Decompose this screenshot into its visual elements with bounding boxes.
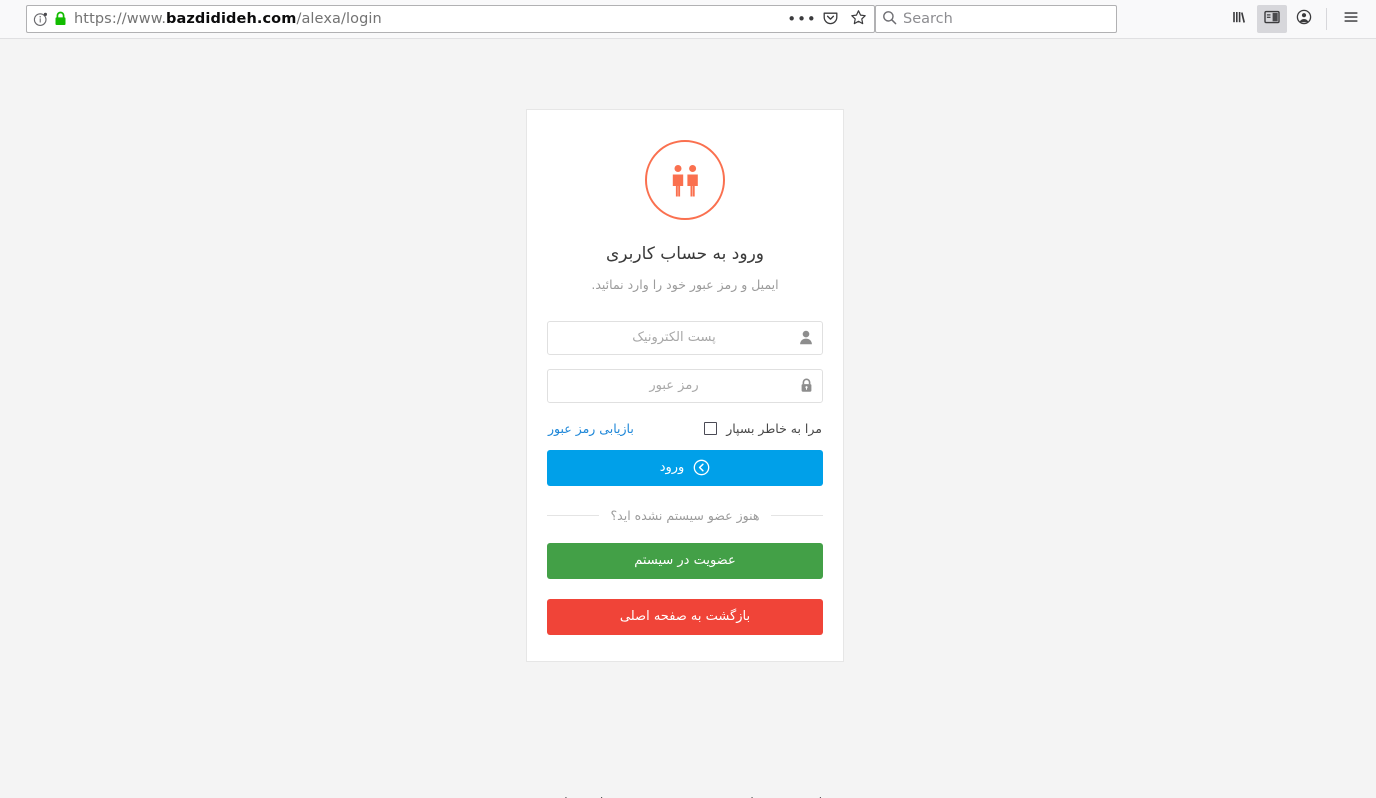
login-button[interactable]: ورود (547, 449, 823, 486)
star-icon (850, 9, 867, 30)
account-avatar-icon (1295, 8, 1313, 30)
ellipsis-icon: ••• (787, 10, 817, 28)
password-field-wrap (547, 368, 823, 403)
card-subtitle: ایمیل و رمز عبور خود را وارد نمائید. (591, 276, 779, 292)
identity-box[interactable] (33, 11, 74, 27)
email-field-wrap (547, 320, 823, 355)
browser-toolbar: https://www.bazdidideh.com/alexa/login •… (0, 0, 1376, 39)
app-menu-button[interactable] (1336, 5, 1366, 33)
password-input[interactable] (547, 368, 823, 403)
url-bar[interactable]: https://www.bazdidideh.com/alexa/login •… (26, 5, 875, 33)
library-icon (1231, 8, 1249, 30)
url-text[interactable]: https://www.bazdidideh.com/alexa/login (74, 6, 788, 32)
two-people-icon (672, 165, 698, 197)
bookmark-button[interactable] (844, 6, 872, 32)
remember-me-label: مرا به خاطر بسپار (726, 420, 822, 436)
account-button[interactable] (1289, 5, 1319, 33)
login-button-label: ورود (659, 459, 685, 475)
hamburger-menu-icon (1342, 8, 1360, 30)
page-content: ورود به حساب کاربری ایمیل و رمز عبور خود… (0, 39, 1376, 798)
page-actions-button[interactable]: ••• (787, 6, 817, 32)
divider-text: هنوز عضو سیستم نشده اید؟ (610, 507, 760, 523)
search-icon (882, 10, 897, 29)
email-input[interactable] (547, 320, 823, 355)
search-input[interactable]: Search (903, 6, 953, 32)
url-path: /alexa/login (296, 11, 382, 27)
signup-divider: هنوز عضو سیستم نشده اید؟ (547, 508, 823, 523)
logo-wrap (547, 140, 823, 220)
url-prefix: https://www. (74, 11, 167, 27)
login-card: ورود به حساب کاربری ایمیل و رمز عبور خود… (526, 109, 844, 662)
sidebar-toggle-icon (1263, 8, 1281, 30)
remember-me-group[interactable]: مرا به خاطر بسپار (704, 421, 822, 436)
urlbar-actions: ••• (787, 6, 872, 32)
remember-me-checkbox[interactable] (704, 421, 718, 435)
padlock-secure-icon[interactable] (54, 11, 67, 27)
page-title: ورود به حساب کاربری (605, 244, 764, 264)
forgot-password-link[interactable]: بازیابی رمز عبور (548, 421, 634, 436)
info-circle-icon[interactable] (33, 11, 49, 27)
search-bar[interactable]: Search (875, 5, 1117, 33)
pocket-button[interactable] (816, 6, 844, 32)
toolbar-right-actions (1225, 5, 1368, 33)
pocket-icon (822, 9, 839, 30)
url-host: bazdidideh.com (166, 11, 297, 27)
toolbar-separator (1326, 8, 1327, 30)
library-button[interactable] (1225, 5, 1255, 33)
signup-button[interactable]: عضویت در سیستم (547, 542, 823, 579)
options-row: مرا به خاطر بسپار بازیابی رمز عبور (547, 421, 823, 436)
back-home-button[interactable]: بازگشت به صفحه اصلی (547, 598, 823, 635)
circle-chevron-left-icon (693, 459, 710, 476)
sidebar-toggle-button[interactable] (1257, 5, 1287, 33)
two-people-circle-logo (645, 140, 725, 220)
